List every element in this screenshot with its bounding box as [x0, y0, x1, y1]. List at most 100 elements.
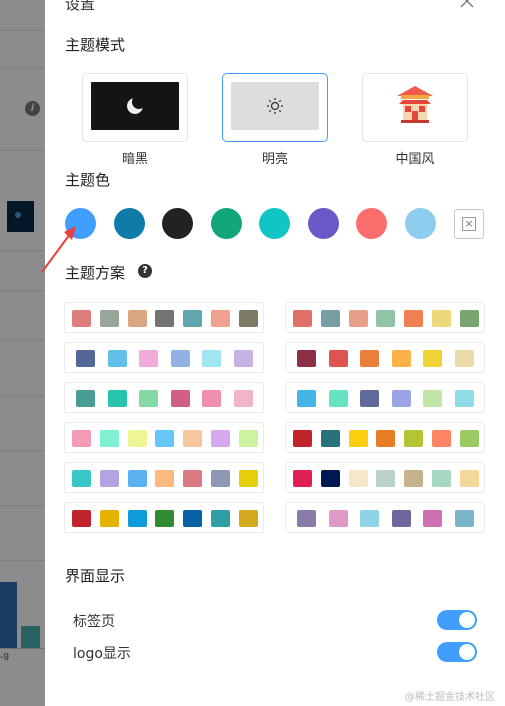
theme-mode-dark-preview	[91, 82, 179, 130]
palette-swatch	[127, 430, 147, 447]
palette-swatch	[391, 510, 411, 527]
palette-swatch	[360, 350, 379, 367]
theme-scheme-palette[interactable]	[285, 302, 485, 333]
palette-swatch	[297, 510, 316, 527]
watermark: @稀土掘金技术社区	[405, 692, 495, 703]
theme-scheme-palette[interactable]	[285, 342, 485, 373]
theme-scheme-palette[interactable]	[64, 382, 264, 413]
palette-swatch	[348, 430, 368, 447]
logo-toggle-label: logo显示	[73, 646, 131, 662]
palette-swatch	[404, 310, 424, 327]
palette-swatch	[76, 390, 95, 407]
theme-scheme-palette[interactable]	[64, 342, 264, 373]
palette-swatch	[72, 310, 91, 327]
theme-scheme-palette[interactable]	[285, 502, 485, 533]
palette-swatch	[139, 350, 158, 367]
palette-swatch	[391, 390, 411, 407]
tabs-toggle-switch[interactable]	[437, 610, 477, 630]
palette-swatch	[459, 310, 479, 327]
palette-swatch	[72, 470, 91, 487]
palette-swatch	[391, 350, 411, 367]
theme-mode-light[interactable]	[222, 73, 328, 142]
palette-swatch	[432, 310, 451, 327]
palette-swatch	[360, 390, 379, 407]
palette-swatch	[376, 430, 396, 447]
palette-swatch	[155, 510, 175, 527]
palette-swatch	[297, 350, 316, 367]
palette-swatch	[72, 510, 91, 527]
theme-color-swatch[interactable]	[65, 208, 96, 239]
palette-swatch	[423, 390, 442, 407]
theme-color-swatch[interactable]	[210, 208, 242, 239]
palette-swatch	[139, 390, 158, 407]
theme-color-swatch[interactable]	[162, 208, 193, 239]
palette-swatch	[320, 310, 340, 327]
theme-scheme-palette[interactable]	[64, 422, 264, 453]
palette-swatch	[183, 470, 203, 487]
theme-scheme-palette[interactable]	[285, 462, 485, 493]
palette-swatch	[155, 430, 175, 447]
question-icon[interactable]: ?	[138, 264, 152, 278]
logo-toggle-switch[interactable]	[437, 642, 477, 662]
theme-mode-dark-label: 暗黑	[121, 152, 148, 167]
palette-swatch	[348, 470, 368, 487]
theme-mode-chinese[interactable]	[362, 73, 468, 142]
theme-scheme-palette[interactable]	[64, 462, 264, 493]
theme-scheme-palette[interactable]	[64, 302, 264, 333]
palette-swatch	[183, 430, 203, 447]
palette-swatch	[454, 350, 474, 367]
close-square-icon: ×	[462, 217, 476, 231]
palette-swatch	[202, 390, 221, 407]
palette-swatch	[328, 390, 348, 407]
theme-color-swatch[interactable]	[356, 208, 387, 239]
palette-swatch	[432, 470, 451, 487]
palette-swatch	[202, 350, 221, 367]
theme-mode-light-label: 明亮	[261, 152, 288, 167]
palette-swatch	[99, 430, 119, 447]
theme-scheme-palette[interactable]	[64, 502, 264, 533]
palette-swatch	[211, 430, 230, 447]
palette-swatch	[404, 470, 424, 487]
palette-swatch	[454, 510, 474, 527]
theme-color-swatch[interactable]	[307, 208, 339, 239]
palette-swatch	[233, 390, 253, 407]
palette-swatch	[211, 470, 230, 487]
palette-swatch	[328, 510, 348, 527]
theme-scheme-palette[interactable]	[285, 422, 485, 453]
theme-color-swatch[interactable]	[113, 208, 145, 239]
palette-swatch	[211, 510, 230, 527]
palette-swatch	[459, 430, 479, 447]
palette-swatch	[432, 430, 451, 447]
palette-swatch	[183, 510, 203, 527]
palette-swatch	[328, 350, 348, 367]
palette-swatch	[238, 310, 258, 327]
palette-swatch	[320, 470, 340, 487]
theme-color-swatch[interactable]	[259, 208, 290, 239]
theme-mode-title: 主题模式	[65, 36, 126, 54]
palette-swatch	[454, 390, 474, 407]
moon-icon	[127, 95, 146, 114]
theme-mode-light-preview	[231, 82, 319, 130]
palette-swatch	[459, 470, 479, 487]
palette-swatch	[238, 430, 258, 447]
palette-swatch	[183, 310, 203, 327]
palette-swatch	[107, 390, 127, 407]
palette-swatch	[376, 310, 396, 327]
palette-swatch	[348, 310, 368, 327]
palette-swatch	[211, 310, 230, 327]
toggle-knob	[459, 612, 475, 628]
palette-swatch	[293, 430, 312, 447]
theme-scheme-title: 主题方案	[65, 264, 126, 282]
palette-swatch	[127, 310, 147, 327]
palette-swatch	[423, 350, 442, 367]
theme-mode-dark[interactable]	[82, 73, 188, 142]
palette-swatch	[233, 350, 253, 367]
palette-swatch	[423, 510, 442, 527]
palette-swatch	[76, 350, 95, 367]
theme-color-swatch[interactable]	[404, 208, 436, 239]
close-icon[interactable]	[458, 0, 476, 10]
palette-swatch	[107, 350, 127, 367]
palette-swatch	[155, 470, 175, 487]
theme-scheme-palette[interactable]	[285, 382, 485, 413]
custom-color-button[interactable]: ×	[454, 209, 484, 239]
